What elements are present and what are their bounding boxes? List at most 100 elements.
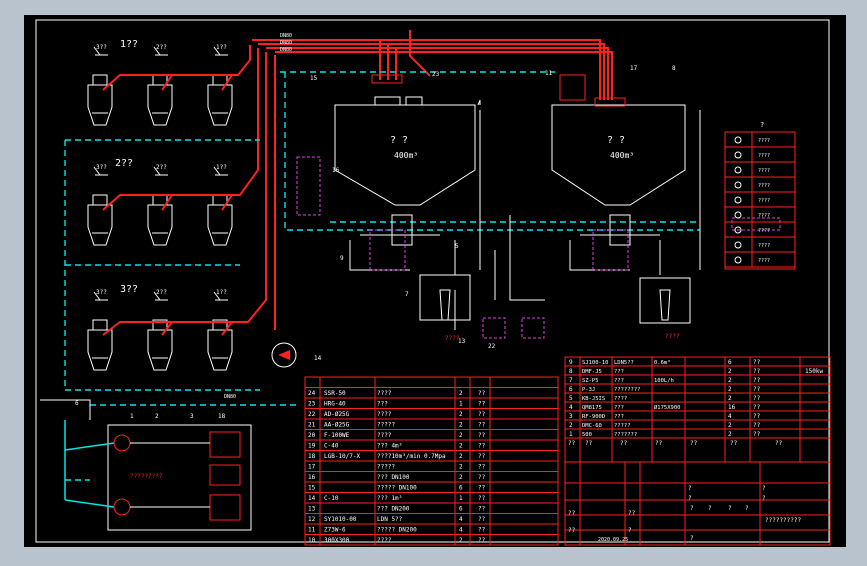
bom-left-qty: 6 xyxy=(459,485,463,492)
bom-left-qty: 2 xyxy=(459,464,463,471)
bom-left-code: LGB-10/7-X xyxy=(324,453,361,460)
bom-right-qty: 6 xyxy=(728,359,732,366)
bom-left-qty: 2 xyxy=(459,422,463,429)
bom-left-name: ???? xyxy=(377,537,392,544)
bom-right-qty: 2 xyxy=(728,395,732,402)
bom-right-name: ???????? xyxy=(614,387,641,393)
bom-right-qty: 4 xyxy=(728,413,732,420)
silo-right-volume: 400m³ xyxy=(610,151,634,160)
unit-tag: 3?? xyxy=(96,164,107,171)
bom-left-code: 300X300 xyxy=(324,537,350,544)
bom-left-name: ??? 4m³ xyxy=(377,443,402,450)
bom-left-no: 18 xyxy=(308,453,316,460)
title-cell: ?? xyxy=(628,510,636,517)
bom-right-note: ?? xyxy=(753,386,761,393)
bom-right-qty: 2 xyxy=(728,368,732,375)
bom-right-note: ?? xyxy=(753,377,761,384)
legend-row-label: ???? xyxy=(758,198,770,204)
bom-left-qty: 1 xyxy=(459,401,463,408)
bom-left-no: 15 xyxy=(308,485,316,492)
bom-left-qty: 2 xyxy=(459,411,463,418)
bom-right-name: ??????? xyxy=(614,432,637,438)
bom-right-no: 6 xyxy=(569,386,573,393)
bom-right-header: ?? xyxy=(620,440,628,447)
bom-left-code: SSR-50 xyxy=(324,390,346,397)
unit-tag: 2?? xyxy=(156,44,167,51)
silo-left-volume: 400m³ xyxy=(394,151,418,160)
bom-left-no: 16 xyxy=(308,474,316,481)
bom-left-code: AD-Ø25G xyxy=(324,411,350,418)
bom-left-name: ???? xyxy=(377,390,392,397)
bom-left-name: ??? DN200 xyxy=(377,506,410,513)
bom-left-code: C-40 xyxy=(324,443,339,450)
bom-left-name: ???? xyxy=(377,432,392,439)
bom-left-code: C-10 xyxy=(324,495,339,502)
bom-right-name: ??? xyxy=(614,378,624,384)
bom-left-no: 24 xyxy=(308,390,316,397)
title-cell: ? xyxy=(708,505,712,512)
bom-right-note: ?? xyxy=(753,422,761,429)
title-cell: ? xyxy=(728,505,732,512)
bom-left-qty: 2 xyxy=(459,432,463,439)
bom-right-no: 4 xyxy=(569,404,573,411)
bom-left-qty: 4 xyxy=(459,527,463,534)
callout-label: 6 xyxy=(75,400,79,407)
bom-right-no: 9 xyxy=(569,359,573,366)
callout-label: 17 xyxy=(630,65,638,72)
callout-label: 13 xyxy=(458,338,466,345)
title-main: ?????????? xyxy=(765,517,802,524)
silo-left-title: ? ? xyxy=(390,135,408,146)
bom-left-no: 14 xyxy=(308,495,316,502)
bom-right-note: ?? xyxy=(753,368,761,375)
bom-right-code: SZ-P5 xyxy=(582,378,599,384)
title-cell: ? xyxy=(628,527,632,534)
bom-right-qty: 16 xyxy=(728,404,736,411)
bom-right-code: DMC-60 xyxy=(582,423,602,429)
title-cell: ? xyxy=(690,535,694,542)
bom-left-no: 17 xyxy=(308,464,316,471)
callout-label: 23 xyxy=(432,71,440,78)
process-flow-diagram: 3?? 2?? 1??3?? 2?? 1??3?? 2?? 1?? 1?? 2?? 3?? … xyxy=(24,15,846,547)
bom-left-note: ?? xyxy=(478,432,486,439)
bom-right-qty: 2 xyxy=(728,386,732,393)
bom-left-qty: 2 xyxy=(459,390,463,397)
bom-right-no: 2 xyxy=(569,422,573,429)
legend-row-label: ???? xyxy=(758,168,770,174)
bom-left-note: ?? xyxy=(478,422,486,429)
callout-label: 11 xyxy=(545,70,553,77)
bom-left-no: 22 xyxy=(308,411,316,418)
bom-left-note: ?? xyxy=(478,443,486,450)
silo-right-title: ? ? xyxy=(607,135,625,146)
bom-left-name: ????? DN200 xyxy=(377,527,417,534)
bom-right-note: ?? xyxy=(753,404,761,411)
bom-left-name: ????? DN100 xyxy=(377,485,417,492)
unit-tag: 1?? xyxy=(216,164,227,171)
bom-left-qty: 2 xyxy=(459,537,463,544)
feeder-right-label: ???? xyxy=(665,333,680,340)
unit-tag: 3?? xyxy=(96,289,107,296)
bom-left-qty: 2 xyxy=(459,474,463,481)
bom-left-note: ?? xyxy=(478,537,486,544)
callout-label: 18 xyxy=(218,413,226,420)
bom-left-no: 23 xyxy=(308,401,316,408)
bom-left-note: ?? xyxy=(478,411,486,418)
callout-label: 8 xyxy=(672,65,676,72)
bom-left-code: HRG-40 xyxy=(324,401,346,408)
bom-right-no: 5 xyxy=(569,395,573,402)
bom-left-name: ????? xyxy=(377,464,395,471)
bom-right-code: P-3J xyxy=(582,387,595,393)
bom-right-spec: Ø175X900 xyxy=(654,404,681,411)
legend-row-label: ???? xyxy=(758,228,770,234)
callout-label: 15 xyxy=(310,75,318,82)
bom-left-code: SY1010-00 xyxy=(324,516,357,523)
bom-left-name: ????? xyxy=(377,422,395,429)
bom-right-header: ?? xyxy=(730,440,738,447)
bom-left-note: ?? xyxy=(478,474,486,481)
bom-left-no: 20 xyxy=(308,432,316,439)
bom-right-code: DMF-J5 xyxy=(582,369,602,375)
legend-row-label: ???? xyxy=(758,153,770,159)
unit-tag: 2?? xyxy=(156,289,167,296)
bom-left-no: 13 xyxy=(308,506,316,513)
drawing-canvas xyxy=(24,15,846,547)
bom-right-no: 3 xyxy=(569,413,573,420)
